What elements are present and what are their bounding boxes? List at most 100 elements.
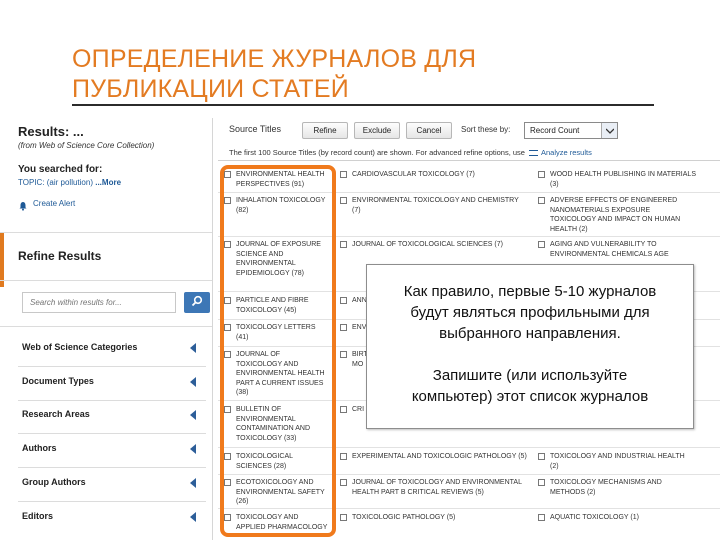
callout-line: Запишите (или используйте xyxy=(432,367,628,384)
search-within-input[interactable] xyxy=(22,292,176,313)
facet-divider xyxy=(18,467,206,468)
row-divider xyxy=(218,192,720,193)
checkbox[interactable] xyxy=(340,241,347,248)
source-title-item[interactable]: JOURNAL OF TOXICOLOGICAL SCIENCES (7) xyxy=(340,240,530,250)
source-title-text: TOXICOLOGY MECHANISMS AND METHODS (2) xyxy=(550,479,662,496)
source-title-text: ENVIRONMENTAL TOXICOLOGY AND CHEMISTRY (… xyxy=(352,197,519,214)
source-title-text: JOURNAL OF TOXICOLOGICAL SCIENCES (7) xyxy=(352,241,503,248)
callout-line: будут являться профильными для xyxy=(410,304,650,321)
facet-research-areas[interactable]: Research Areas xyxy=(22,409,198,423)
cancel-button[interactable]: Cancel xyxy=(406,122,452,139)
checkbox[interactable] xyxy=(224,351,231,358)
facet-authors[interactable]: Authors xyxy=(22,443,198,457)
refine-separator xyxy=(0,232,212,233)
checkbox[interactable] xyxy=(538,197,545,204)
source-title-item[interactable]: TOXICOLOGICAL SCIENCES (28) xyxy=(224,452,342,471)
source-title-item[interactable]: TOXICOLOGY LETTERS (41) xyxy=(224,323,342,342)
source-title-item[interactable]: ENVIRONMENTAL TOXICOLOGY AND CHEMISTRY (… xyxy=(340,196,530,215)
checkbox[interactable] xyxy=(340,297,347,304)
source-title-item[interactable]: EXPERIMENTAL AND TOXICOLOGIC PATHOLOGY (… xyxy=(340,452,530,462)
source-title-text: ECOTOXICOLOGY AND ENVIRONMENTAL SAFETY (… xyxy=(236,479,325,505)
source-title-item[interactable]: BULLETIN OF ENVIRONMENTAL CONTAMINATION … xyxy=(224,405,342,443)
facet-divider xyxy=(18,433,206,434)
checkbox[interactable] xyxy=(340,324,347,331)
source-title-item[interactable]: TOXICOLOGY MECHANISMS AND METHODS (2) xyxy=(538,478,718,497)
source-title-item[interactable]: JOURNAL OF TOXICOLOGY AND ENVIRONMENTAL … xyxy=(340,478,530,497)
source-title-item[interactable]: JOURNAL OF TOXICOLOGY AND ENVIRONMENTAL … xyxy=(224,350,342,398)
analyze-results-link[interactable]: Analyze results xyxy=(541,148,592,157)
checkbox[interactable] xyxy=(224,479,231,486)
checkbox[interactable] xyxy=(224,171,231,178)
exclude-button[interactable]: Exclude xyxy=(354,122,400,139)
checkbox[interactable] xyxy=(224,453,231,460)
source-title-item[interactable]: TOXICOLOGIC PATHOLOGY (5) xyxy=(340,513,530,523)
checkbox[interactable] xyxy=(340,479,347,486)
checkbox[interactable] xyxy=(538,479,545,486)
source-title-item[interactable]: AQUATIC TOXICOLOGY (1) xyxy=(538,513,718,523)
facet-group-authors[interactable]: Group Authors xyxy=(22,477,198,491)
source-title-item[interactable]: CRI xyxy=(340,405,364,415)
checkbox[interactable] xyxy=(340,514,347,521)
source-titles-notice: The first 100 Source Titles (by record c… xyxy=(229,148,592,157)
source-title-text: JOURNAL OF TOXICOLOGY AND ENVIRONMENTAL … xyxy=(236,351,325,396)
checkbox[interactable] xyxy=(224,241,231,248)
source-title-text: AGING AND VULNERABILITY TO ENVIRONMENTAL… xyxy=(550,241,669,258)
source-title-item[interactable]: WOOD HEALTH PUBLISHING IN MATERIALS (3) xyxy=(538,170,718,189)
slide-title-line-1: ОПРЕДЕЛЕНИЕ ЖУРНАЛОВ ДЛЯ xyxy=(72,45,477,73)
source-title-text: AQUATIC TOXICOLOGY (1) xyxy=(550,514,639,521)
checkbox[interactable] xyxy=(224,297,231,304)
source-title-item[interactable]: ENV xyxy=(340,323,366,333)
source-title-item[interactable]: JOURNAL OF EXPOSURE SCIENCE AND ENVIRONM… xyxy=(224,240,342,278)
checkbox[interactable] xyxy=(538,241,545,248)
callout-line: компьютер) этот список журналов xyxy=(411,388,649,405)
checkbox[interactable] xyxy=(538,171,545,178)
facet-editors[interactable]: Editors xyxy=(22,511,198,525)
callout-line: выбранного направления. xyxy=(439,325,621,342)
collapse-arrow-icon xyxy=(190,478,196,488)
notice-text: The first 100 Source Titles (by record c… xyxy=(229,148,525,157)
facet-document-types[interactable]: Document Types xyxy=(22,376,198,390)
source-title-text: INHALATION TOXICOLOGY (82) xyxy=(236,197,326,214)
source-title-item[interactable]: PARTICLE AND FIBRE TOXICOLOGY (45) xyxy=(224,296,342,315)
sort-select[interactable]: Record Count xyxy=(524,122,618,139)
source-title-item[interactable]: CARDIOVASCULAR TOXICOLOGY (7) xyxy=(340,170,530,180)
source-title-text: ADVERSE EFFECTS OF ENGINEERED NANOMATERI… xyxy=(550,197,681,233)
create-alert[interactable]: Create Alert xyxy=(18,198,75,211)
search-query-text: TOPIC: (air pollution) xyxy=(18,178,93,187)
checkbox[interactable] xyxy=(340,453,347,460)
source-title-item[interactable]: ECOTOXICOLOGY AND ENVIRONMENTAL SAFETY (… xyxy=(224,478,342,507)
checkbox[interactable] xyxy=(340,171,347,178)
search-within-button[interactable] xyxy=(184,292,210,313)
source-title-item[interactable]: ENVIRONMENTAL HEALTH PERSPECTIVES (91) xyxy=(224,170,342,189)
source-title-item[interactable]: AGING AND VULNERABILITY TO ENVIRONMENTAL… xyxy=(538,240,718,259)
source-title-text: ANN xyxy=(352,297,367,304)
bell-icon xyxy=(18,198,28,211)
facet-wos-categories[interactable]: Web of Science Categories xyxy=(22,342,198,356)
source-title-text: JOURNAL OF TOXICOLOGY AND ENVIRONMENTAL … xyxy=(352,479,522,496)
source-title-text: CARDIOVASCULAR TOXICOLOGY (7) xyxy=(352,171,475,178)
source-title-item[interactable]: TOXICOLOGY AND APPLIED PHARMACOLOGY xyxy=(224,513,342,532)
facet-label: Group Authors xyxy=(22,477,86,487)
slide-title: ОПРЕДЕЛЕНИЕ ЖУРНАЛОВ ДЛЯ ПУБЛИКАЦИИ СТАТ… xyxy=(72,44,672,104)
checkbox[interactable] xyxy=(224,197,231,204)
row-divider xyxy=(218,508,720,509)
checkbox[interactable] xyxy=(538,453,545,460)
source-title-item[interactable]: BIRT MO xyxy=(340,350,368,369)
refine-button[interactable]: Refine xyxy=(302,122,348,139)
slide-title-line-2: ПУБЛИКАЦИИ СТАТЕЙ xyxy=(72,75,349,103)
source-title-item[interactable]: TOXICOLOGY AND INDUSTRIAL HEALTH (2) xyxy=(538,452,718,471)
checkbox[interactable] xyxy=(224,406,231,413)
source-title-item[interactable]: ADVERSE EFFECTS OF ENGINEERED NANOMATERI… xyxy=(538,196,718,234)
checkbox[interactable] xyxy=(538,514,545,521)
more-link[interactable]: ...More xyxy=(95,178,121,187)
source-title-text: BULLETIN OF ENVIRONMENTAL CONTAMINATION … xyxy=(236,406,311,442)
create-alert-link[interactable]: Create Alert xyxy=(33,199,75,208)
source-title-item[interactable]: ANN xyxy=(340,296,367,306)
search-icon xyxy=(191,294,203,312)
checkbox[interactable] xyxy=(340,351,347,358)
checkbox[interactable] xyxy=(224,514,231,521)
source-title-item[interactable]: INHALATION TOXICOLOGY (82) xyxy=(224,196,342,215)
checkbox[interactable] xyxy=(340,406,347,413)
checkbox[interactable] xyxy=(224,324,231,331)
checkbox[interactable] xyxy=(340,197,347,204)
